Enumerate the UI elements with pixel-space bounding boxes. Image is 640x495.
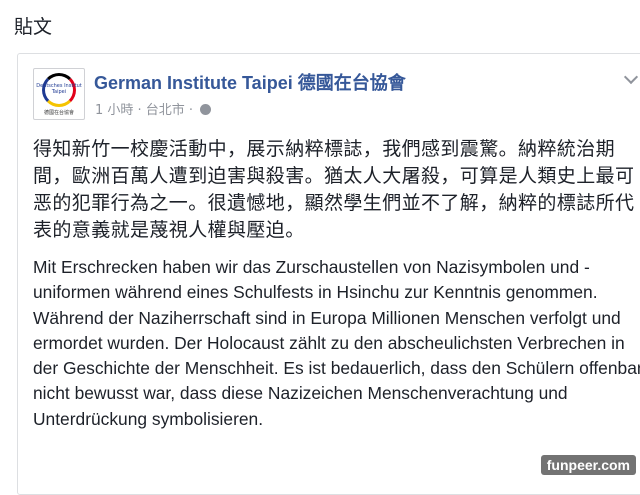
globe-icon	[200, 104, 212, 115]
post-meta: 1 小時 · 台北市 ·	[95, 99, 212, 118]
post-body-german: Mit Erschrecken haben wir das Zurschaust…	[33, 257, 640, 429]
chevron-down-icon[interactable]	[623, 69, 639, 85]
watermark: funpeer.com	[540, 455, 636, 475]
avatar-caption: 德國在台協會	[43, 110, 74, 116]
post-body-chinese: 得知新竹一校慶活動中，展示納粹標誌，我們感到震驚。納粹統治期間，歐洲百萬人遭到迫…	[33, 138, 635, 241]
avatar[interactable]: Deutsches Institut Taipei 德國在台協會	[33, 68, 85, 120]
page-name-link[interactable]: German Institute Taipei 德國在台協會	[94, 69, 406, 95]
avatar-logo-text: Deutsches Institut Taipei	[36, 83, 82, 95]
post-card: Deutsches Institut Taipei 德國在台協會 German …	[17, 53, 640, 495]
post-timestamp[interactable]: 1 小時 · 台北市 ·	[95, 103, 193, 118]
section-title: 貼文	[14, 16, 53, 38]
